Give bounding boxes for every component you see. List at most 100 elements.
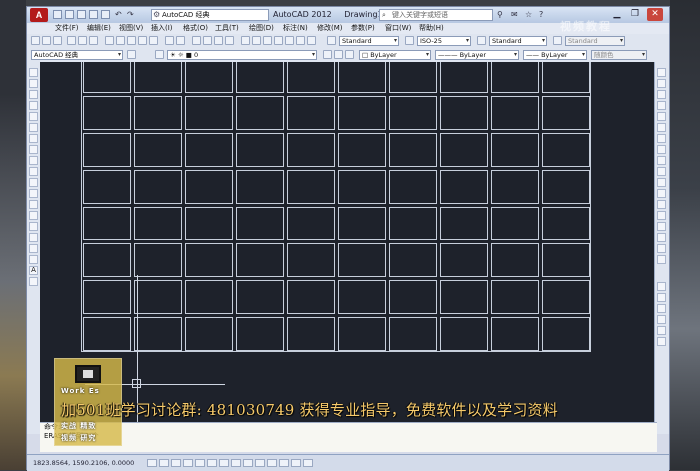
redo-icon[interactable]: ↷ [127, 10, 134, 19]
menu-format[interactable]: 格式(O) [183, 23, 208, 34]
menu-window[interactable]: 窗口(W) [385, 23, 411, 34]
plot-style-select[interactable]: 随颜色 [591, 50, 647, 60]
object-snap-tracking-toggle[interactable] [231, 459, 241, 467]
arc-icon[interactable] [29, 123, 38, 132]
zoom-realtime-icon[interactable] [203, 36, 212, 45]
explode-icon[interactable] [657, 255, 666, 264]
ellipse-icon[interactable] [29, 167, 38, 176]
infer-constraints-toggle[interactable] [147, 459, 157, 467]
break-icon[interactable] [657, 200, 666, 209]
mleader-style-icon[interactable] [553, 36, 562, 45]
draw-order-icon[interactable] [657, 282, 666, 291]
text-style-select[interactable]: Standard [339, 36, 399, 46]
line-tool-icon[interactable] [29, 68, 38, 77]
design-center-icon[interactable] [252, 36, 261, 45]
array-icon[interactable] [657, 112, 666, 121]
close-button[interactable]: ✕ [647, 8, 663, 21]
search-input[interactable]: ⌕ 键入关键字或短语 [379, 9, 493, 21]
layer-previous-icon[interactable] [334, 50, 343, 59]
3d-object-snap-toggle[interactable] [219, 459, 229, 467]
join-icon[interactable] [657, 211, 666, 220]
dim-style-select[interactable]: ISO-25 [417, 36, 471, 46]
polyline-edit-icon[interactable] [657, 304, 666, 313]
quick-properties-toggle[interactable] [291, 459, 301, 467]
undo-toolbar-icon[interactable] [165, 36, 174, 45]
mleader-style-select[interactable]: Standard [565, 36, 625, 46]
polygon-icon[interactable] [29, 101, 38, 110]
dynamic-ucs-toggle[interactable] [243, 459, 253, 467]
layer-select[interactable]: ☀ ☼ ■ 0 [167, 50, 317, 60]
ellipse-arc-icon[interactable] [29, 178, 38, 187]
break-at-point-icon[interactable] [657, 189, 666, 198]
menu-edit[interactable]: 编辑(E) [87, 23, 111, 34]
menu-file[interactable]: 文件(F) [55, 23, 79, 34]
transparency-toggle[interactable] [279, 459, 289, 467]
drawing-canvas[interactable] [40, 62, 657, 422]
properties-icon[interactable] [241, 36, 250, 45]
favorites-icon[interactable]: ☆ [525, 10, 532, 19]
calculator-icon[interactable] [296, 36, 305, 45]
attribute-edit-icon[interactable] [657, 337, 666, 346]
save-icon[interactable] [77, 10, 86, 19]
rotate-icon[interactable] [657, 134, 666, 143]
tool-palettes-icon[interactable] [263, 36, 272, 45]
redo-toolbar-icon[interactable] [176, 36, 185, 45]
color-select[interactable]: □ ByLayer [359, 50, 431, 60]
copy-object-icon[interactable] [657, 79, 666, 88]
insert-block-icon[interactable] [29, 189, 38, 198]
sheet-set-icon[interactable] [274, 36, 283, 45]
menu-dimension[interactable]: 标注(N) [283, 23, 308, 34]
pan-icon[interactable] [192, 36, 201, 45]
selection-cycling-toggle[interactable] [303, 459, 313, 467]
paste-icon[interactable] [127, 36, 136, 45]
linetype-select[interactable]: ——— ByLayer [435, 50, 519, 60]
save-as-icon[interactable] [89, 10, 98, 19]
revision-cloud-icon[interactable] [29, 145, 38, 154]
fillet-icon[interactable] [657, 233, 666, 242]
open-file-icon[interactable] [65, 10, 74, 19]
text-style-icon[interactable] [327, 36, 336, 45]
blend-icon[interactable] [657, 244, 666, 253]
match-properties-icon[interactable] [138, 36, 147, 45]
add-selected-icon[interactable] [29, 277, 38, 286]
mtext-icon[interactable]: A [29, 266, 38, 275]
workspace-select[interactable]: ⚙ AutoCAD 经典 [151, 9, 269, 21]
menu-parametric[interactable]: 参数(P) [351, 23, 375, 34]
menu-view[interactable]: 视图(V) [119, 23, 143, 34]
layer-state-icon[interactable] [345, 50, 354, 59]
table-icon[interactable] [29, 255, 38, 264]
zoom-window-icon[interactable] [214, 36, 223, 45]
copy-icon[interactable] [116, 36, 125, 45]
undo-icon[interactable]: ↶ [115, 10, 122, 19]
polyline-icon[interactable] [29, 90, 38, 99]
new-icon[interactable] [31, 36, 40, 45]
layer-manager-icon[interactable] [155, 50, 164, 59]
spline-icon[interactable] [29, 156, 38, 165]
menu-insert[interactable]: 插入(I) [151, 23, 173, 34]
erase-icon[interactable] [657, 68, 666, 77]
autocad-logo-button[interactable]: A [30, 8, 48, 22]
snap-mode-toggle[interactable] [159, 459, 169, 467]
make-current-layer-icon[interactable] [323, 50, 332, 59]
zoom-previous-icon[interactable] [225, 36, 234, 45]
point-icon[interactable] [29, 211, 38, 220]
restore-button[interactable]: ❐ [627, 8, 643, 21]
open-icon[interactable] [42, 36, 51, 45]
text-edit-icon[interactable] [657, 293, 666, 302]
workspace-settings-icon[interactable] [127, 50, 136, 59]
communication-center-icon[interactable]: ✉ [511, 10, 518, 19]
lineweight-select[interactable]: —— ByLayer [523, 50, 587, 60]
polar-tracking-toggle[interactable] [195, 459, 205, 467]
save-toolbar-icon[interactable] [53, 36, 62, 45]
menu-modify[interactable]: 修改(M) [317, 23, 343, 34]
move-icon[interactable] [657, 123, 666, 132]
lineweight-toggle[interactable] [267, 459, 277, 467]
construction-line-icon[interactable] [29, 79, 38, 88]
grid-display-toggle[interactable] [171, 459, 181, 467]
ortho-mode-toggle[interactable] [183, 459, 193, 467]
print-icon[interactable] [101, 10, 110, 19]
mirror-icon[interactable] [657, 90, 666, 99]
hatch-icon[interactable] [29, 222, 38, 231]
block-editor-icon[interactable] [149, 36, 158, 45]
command-line[interactable]: 命令: ERASE 找到 1 个 [40, 422, 657, 452]
